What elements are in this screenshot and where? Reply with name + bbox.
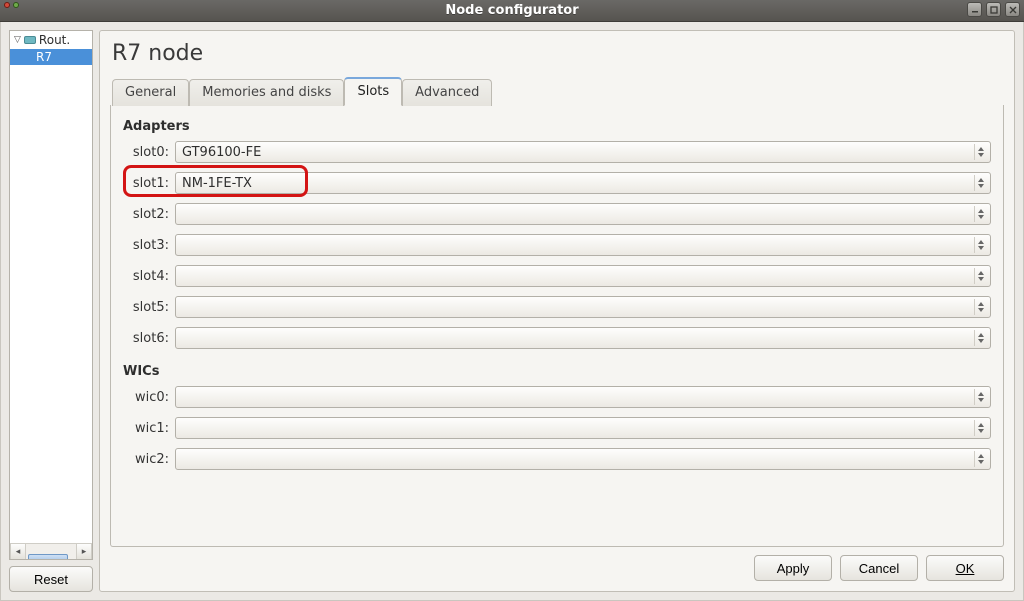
- window-title: Node configurator: [445, 3, 578, 18]
- slot-row-2: slot2:: [123, 200, 991, 228]
- tree-hscrollbar[interactable]: ◂ ▸: [10, 543, 92, 559]
- tab-bar: General Memories and disks Slots Advance…: [110, 76, 1004, 106]
- slot-row-4: slot4:: [123, 262, 991, 290]
- slot5-label: slot5:: [123, 300, 175, 315]
- tab-advanced[interactable]: Advanced: [402, 79, 492, 106]
- tree-root-routers[interactable]: ▽ Rout.: [10, 31, 92, 49]
- slot6-label: slot6:: [123, 331, 175, 346]
- slot6-combo[interactable]: [175, 327, 991, 349]
- tab-advanced-label: Advanced: [415, 85, 479, 100]
- tree-node-label: R7: [36, 50, 52, 64]
- reset-button[interactable]: Reset: [9, 566, 93, 592]
- scroll-right-arrow-icon[interactable]: ▸: [76, 544, 92, 559]
- wic1-combo[interactable]: [175, 417, 991, 439]
- dialog-footer: Apply Cancel OK: [110, 555, 1004, 581]
- scroll-thumb[interactable]: [28, 554, 68, 561]
- titlebar-dot-green: [13, 2, 19, 8]
- wic2-label: wic2:: [123, 452, 175, 467]
- main-panel: R7 node General Memories and disks Slots…: [99, 30, 1015, 592]
- slot-row-6: slot6:: [123, 324, 991, 352]
- slot3-combo[interactable]: [175, 234, 991, 256]
- slot-row-0: slot0: GT96100-FE: [123, 138, 991, 166]
- wic0-combo[interactable]: [175, 386, 991, 408]
- close-button[interactable]: [1005, 2, 1020, 17]
- wics-header: WICs: [123, 364, 991, 379]
- titlebar-window-controls: [967, 2, 1020, 17]
- router-icon: [24, 36, 36, 44]
- combo-spinner-icon[interactable]: [974, 206, 987, 222]
- page-title: R7 node: [112, 41, 1004, 66]
- combo-spinner-icon[interactable]: [974, 389, 987, 405]
- tab-content-slots: Adapters slot0: GT96100-FE slot1: NM-1FE…: [110, 105, 1004, 547]
- tab-memories-label: Memories and disks: [202, 85, 331, 100]
- ok-underline: OK: [956, 561, 975, 576]
- apply-button[interactable]: Apply: [754, 555, 832, 581]
- combo-spinner-icon[interactable]: [974, 451, 987, 467]
- adapters-header: Adapters: [123, 119, 991, 134]
- cancel-button[interactable]: Cancel: [840, 555, 918, 581]
- slot4-combo[interactable]: [175, 265, 991, 287]
- titlebar-dot-red: [4, 2, 10, 8]
- node-tree[interactable]: ▽ Rout. R7 ◂ ▸: [9, 30, 93, 560]
- slot2-label: slot2:: [123, 207, 175, 222]
- slot-row-1: slot1: NM-1FE-TX: [123, 169, 991, 197]
- minimize-button[interactable]: [967, 2, 982, 17]
- ok-button-label: OK: [956, 561, 975, 576]
- combo-spinner-icon[interactable]: [974, 420, 987, 436]
- combo-spinner-icon[interactable]: [974, 268, 987, 284]
- ok-button[interactable]: OK: [926, 555, 1004, 581]
- tab-memories[interactable]: Memories and disks: [189, 79, 344, 106]
- slot0-value: GT96100-FE: [182, 145, 261, 160]
- tab-slots-label: Slots: [357, 84, 389, 99]
- apply-button-label: Apply: [777, 561, 810, 576]
- combo-spinner-icon[interactable]: [974, 237, 987, 253]
- tree-root-label: Rout.: [39, 33, 70, 47]
- tab-slots[interactable]: Slots: [344, 77, 402, 106]
- slot4-label: slot4:: [123, 269, 175, 284]
- slot-row-3: slot3:: [123, 231, 991, 259]
- tab-general[interactable]: General: [112, 79, 189, 106]
- slot3-label: slot3:: [123, 238, 175, 253]
- window-titlebar: Node configurator: [0, 0, 1024, 22]
- wic0-label: wic0:: [123, 390, 175, 405]
- combo-spinner-icon[interactable]: [974, 299, 987, 315]
- sidebar: ▽ Rout. R7 ◂ ▸ Reset: [9, 30, 93, 592]
- wic-row-1: wic1:: [123, 414, 991, 442]
- tree-node-r7[interactable]: R7: [10, 49, 92, 65]
- tab-general-label: General: [125, 85, 176, 100]
- disclosure-triangle-icon[interactable]: ▽: [14, 35, 21, 45]
- wic-row-0: wic0:: [123, 383, 991, 411]
- slot1-combo[interactable]: NM-1FE-TX: [175, 172, 991, 194]
- combo-spinner-icon[interactable]: [974, 144, 987, 160]
- slot1-value: NM-1FE-TX: [182, 176, 252, 191]
- scroll-left-arrow-icon[interactable]: ◂: [10, 544, 26, 559]
- wic2-combo[interactable]: [175, 448, 991, 470]
- wic1-label: wic1:: [123, 421, 175, 436]
- window-body: ▽ Rout. R7 ◂ ▸ Reset R7 node Gen: [0, 22, 1024, 601]
- combo-spinner-icon[interactable]: [974, 175, 987, 191]
- slot-row-5: slot5:: [123, 293, 991, 321]
- titlebar-left-icons: [4, 2, 19, 8]
- slot2-combo[interactable]: [175, 203, 991, 225]
- slot0-label: slot0:: [123, 145, 175, 160]
- cancel-button-label: Cancel: [859, 561, 899, 576]
- maximize-button[interactable]: [986, 2, 1001, 17]
- slot5-combo[interactable]: [175, 296, 991, 318]
- combo-spinner-icon[interactable]: [974, 330, 987, 346]
- wic-row-2: wic2:: [123, 445, 991, 473]
- slot1-label: slot1:: [123, 176, 175, 191]
- reset-button-label: Reset: [34, 572, 68, 587]
- slot0-combo[interactable]: GT96100-FE: [175, 141, 991, 163]
